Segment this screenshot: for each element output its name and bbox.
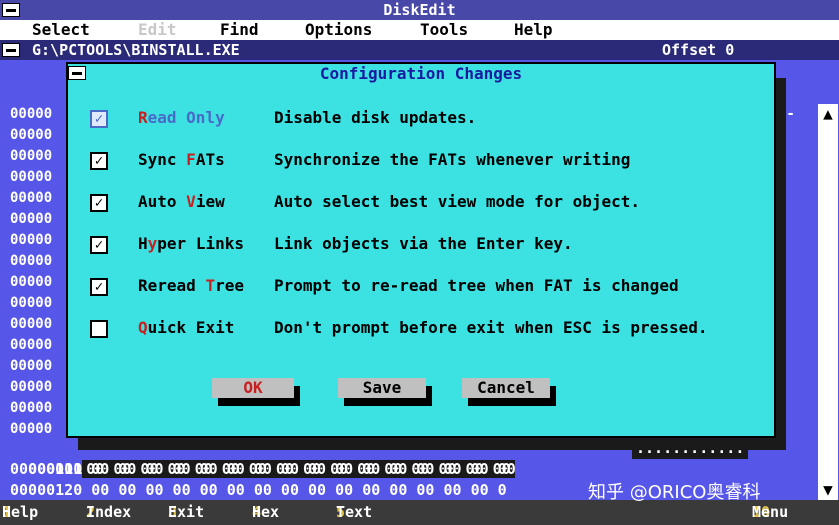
hex-address: 00000 bbox=[10, 232, 53, 248]
hex-address: 00000 bbox=[10, 148, 53, 164]
save-button[interactable]: Save bbox=[338, 378, 426, 398]
option-label: Auto View bbox=[138, 192, 225, 211]
menu-find[interactable]: Find bbox=[220, 20, 259, 40]
offset-indicator: Offset 0 bbox=[662, 41, 735, 59]
option-label: Reread Tree bbox=[138, 276, 244, 295]
option-auto-view[interactable]: ✓ Auto View Auto select best view mode f… bbox=[68, 192, 774, 216]
system-menu-icon[interactable] bbox=[2, 3, 20, 17]
hex-address: 00000 bbox=[10, 169, 53, 185]
ok-button[interactable]: OK bbox=[212, 378, 294, 398]
file-path-bar: G:\PCTOOLS\BINSTALL.EXE Offset 0 bbox=[0, 40, 839, 60]
hex-row[interactable]: 00000120 00 00 00 00 00 00 00 00 00 00 0… bbox=[10, 480, 507, 501]
dialog-title: Configuration Changes bbox=[319, 64, 523, 83]
hex-address: 00000 bbox=[10, 253, 53, 269]
cancel-button-label: Cancel bbox=[477, 378, 535, 397]
cancel-button[interactable]: Cancel bbox=[462, 378, 550, 398]
menu-bar: Select Edit Find Options Tools Help bbox=[0, 20, 839, 40]
ascii-dots: ............ bbox=[632, 438, 749, 459]
option-description: Auto select best view mode for object. bbox=[274, 192, 641, 211]
window-title: DiskEdit bbox=[383, 1, 456, 19]
option-description: Don't prompt before exit when ESC is pre… bbox=[274, 318, 708, 337]
hex-address: 00000 bbox=[10, 316, 53, 332]
checkbox-quick-exit[interactable] bbox=[90, 320, 108, 338]
checkbox-sync-fats[interactable]: ✓ bbox=[90, 152, 108, 170]
checkbox-reread-tree[interactable]: ✓ bbox=[90, 278, 108, 296]
file-window-menu-icon[interactable] bbox=[2, 43, 20, 57]
hex-address: 00000 bbox=[10, 337, 53, 353]
menu-edit: Edit bbox=[138, 20, 177, 39]
configuration-dialog: Configuration Changes ✓ Read Only Disabl… bbox=[66, 62, 776, 438]
ok-button-label: OK bbox=[243, 378, 263, 397]
hex-address: 00000 bbox=[10, 358, 53, 374]
option-label: Hyper Links bbox=[138, 234, 244, 253]
checkbox-read-only[interactable]: ✓ bbox=[90, 110, 108, 128]
checkbox-auto-view[interactable]: ✓ bbox=[90, 194, 108, 212]
menu-select[interactable]: Select bbox=[32, 20, 90, 40]
option-sync-fats[interactable]: ✓ Sync FATs Synchronize the FATs wheneve… bbox=[68, 150, 774, 174]
option-description: Disable disk updates. bbox=[274, 108, 477, 127]
hex-address: 00000 bbox=[10, 421, 53, 437]
option-description: Synchronize the FATs whenever writing bbox=[274, 150, 631, 169]
menu-options[interactable]: Options bbox=[305, 20, 372, 40]
hex-row[interactable]: 00000110 00 00 00 00 00 00 00 00 00 00 0… bbox=[10, 459, 516, 480]
file-path: G:\PCTOOLS\BINSTALL.EXE bbox=[32, 41, 240, 59]
scroll-up-arrow-icon[interactable]: ▲ bbox=[818, 104, 838, 124]
option-description: Prompt to re-read tree when FAT is chang… bbox=[274, 276, 679, 295]
option-label: Sync FATs bbox=[138, 150, 225, 169]
hex-address: 00000 bbox=[10, 211, 53, 227]
save-button-label: Save bbox=[362, 378, 402, 397]
hex-address: 00000 bbox=[10, 379, 53, 395]
hex-address: 00000 bbox=[10, 190, 53, 206]
option-read-only[interactable]: ✓ Read Only Disable disk updates. bbox=[68, 108, 774, 132]
hex-address: 00000 bbox=[10, 274, 53, 290]
menu-help[interactable]: Help bbox=[514, 20, 553, 40]
option-label: Read Only bbox=[138, 108, 225, 127]
menu-tools[interactable]: Tools bbox=[420, 20, 468, 40]
title-bar: DiskEdit bbox=[0, 0, 839, 20]
hex-address: 00000 bbox=[10, 295, 53, 311]
hex-address: 00000 bbox=[10, 127, 53, 143]
scroll-down-arrow-icon[interactable]: ▼ bbox=[818, 480, 838, 500]
option-reread-tree[interactable]: ✓ Reread Tree Prompt to re-read tree whe… bbox=[68, 276, 774, 300]
hex-address: 00000 bbox=[10, 106, 53, 122]
option-description: Link objects via the Enter key. bbox=[274, 234, 573, 253]
vertical-scrollbar[interactable]: ▲ ▼ bbox=[818, 104, 838, 500]
option-hyper-links[interactable]: ✓ Hyper Links Link objects via the Enter… bbox=[68, 234, 774, 258]
hex-address: 00000 bbox=[10, 400, 53, 416]
watermark: 知乎 @ORICO奥睿科 bbox=[588, 482, 761, 503]
checkbox-hyper-links[interactable]: ✓ bbox=[90, 236, 108, 254]
option-quick-exit[interactable]: Quick Exit Don't prompt before exit when… bbox=[68, 318, 774, 342]
option-label: Quick Exit bbox=[138, 318, 235, 337]
